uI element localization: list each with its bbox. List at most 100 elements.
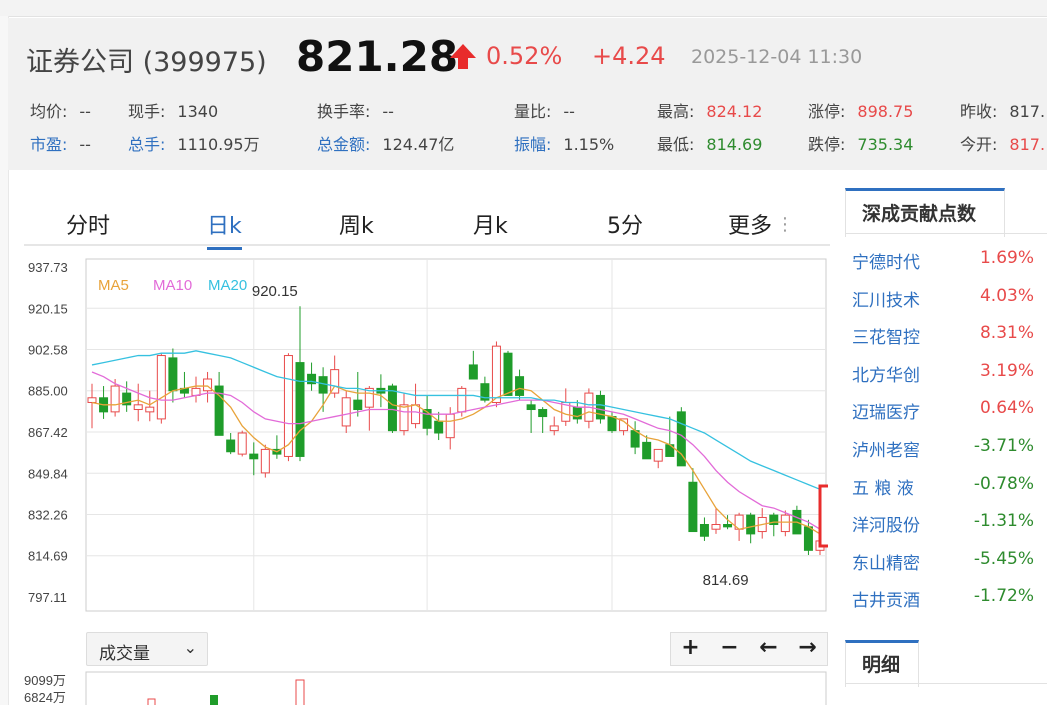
candle-body	[503, 352, 513, 396]
scroll-left-button[interactable]: ←	[749, 633, 788, 665]
y-tick-label: 867.42	[28, 425, 68, 440]
stock-change: 4.03%	[979, 285, 1034, 306]
candle-body	[434, 420, 444, 434]
volume-tick-label: 9099万	[24, 673, 66, 688]
contribution-row[interactable]: 宁德时代 1.69%	[852, 248, 1042, 273]
stat-item: 涨停: 898.75	[808, 98, 913, 122]
high-price-label: 920.15	[252, 283, 298, 300]
contribution-row[interactable]: 迈瑞医疗 0.64%	[852, 398, 1042, 424]
tab-3[interactable]: 月k	[473, 208, 508, 240]
contribution-row[interactable]: 洋河股份 -1.31%	[852, 511, 1042, 537]
stock-change: -0.78%	[973, 473, 1034, 494]
stock-change: 3.19%	[979, 360, 1034, 381]
zoom-in-button[interactable]: +	[671, 633, 710, 665]
stat-item: 换手率: --	[317, 98, 394, 122]
candle-body	[399, 404, 409, 432]
scroll-right-button[interactable]: →	[788, 633, 827, 665]
stock-change: 0.64%	[979, 398, 1034, 419]
stat-item[interactable]: 总金额: 124.47亿	[317, 131, 454, 155]
tab-1[interactable]: 日k	[207, 208, 242, 250]
candle-body	[780, 514, 790, 533]
candle-body	[526, 404, 536, 411]
candle-body	[549, 425, 559, 432]
volume-chart[interactable]: 9099万 6824万	[24, 670, 828, 705]
stat-value: --	[79, 102, 91, 121]
contribution-row[interactable]: 东山精密 -5.45%	[852, 548, 1042, 574]
candle-body	[353, 399, 363, 411]
stat-item[interactable]: 总手: 1110.95万	[128, 131, 260, 155]
tab-2[interactable]: 周k	[339, 208, 374, 240]
candle-body	[156, 355, 166, 420]
candle-body	[642, 441, 652, 460]
candle-body	[87, 397, 97, 403]
tab-label: 周k	[339, 214, 374, 239]
candle-body	[607, 416, 617, 432]
y-tick-label: 920.15	[28, 301, 68, 316]
tab-contribution-points[interactable]: 深成贡献点数	[845, 188, 1005, 237]
candle-body	[145, 406, 155, 413]
stock-name: 迈瑞医疗	[852, 403, 920, 424]
candle-body	[746, 514, 756, 535]
candle-body	[468, 364, 478, 380]
contribution-row[interactable]: 泸州老窖 -3.71%	[852, 436, 1042, 461]
stat-item: 最高: 824.12	[657, 98, 762, 122]
stock-change: -5.45%	[973, 548, 1034, 569]
stat-item[interactable]: 市盈: --	[30, 131, 91, 155]
indicator-select[interactable]: 成交量 ⌄	[86, 632, 208, 666]
candle-body	[688, 481, 698, 533]
volume-bar	[147, 698, 156, 705]
contribution-row[interactable]: 古井贡酒 -1.72%	[852, 586, 1042, 611]
last-price: 821.28	[296, 32, 459, 81]
stock-change: -1.72%	[973, 586, 1034, 607]
stat-value: 735.34	[857, 135, 914, 154]
top-bar	[0, 0, 1047, 17]
tab-4[interactable]: 5分	[607, 208, 643, 240]
kline-chart[interactable]: 937.73 920.15 902.58 885.00 867.42 849.84 832.…	[24, 256, 828, 612]
more-icon: ⋮	[776, 214, 795, 235]
stock-name: 泸州老窖	[852, 441, 920, 461]
indicator-select-label: 成交量	[99, 644, 150, 664]
contribution-row[interactable]: 五 粮 液 -0.78%	[852, 473, 1042, 499]
contribution-row[interactable]: 三花智控 8.31%	[852, 323, 1042, 348]
tab-detail[interactable]: 明细	[845, 640, 919, 687]
candle-body	[699, 524, 709, 537]
zoom-out-button[interactable]: −	[710, 633, 749, 665]
stat-label: 换手率:	[317, 102, 371, 121]
tab-0[interactable]: 分时	[66, 208, 110, 240]
candle-body	[445, 413, 455, 439]
legend-item: MA20	[208, 277, 247, 294]
contribution-row[interactable]: 汇川技术 4.03%	[852, 285, 1042, 311]
stock-name: 五 粮 液	[852, 478, 914, 499]
stat-value: --	[382, 102, 394, 121]
stat-label: 最高:	[657, 102, 695, 121]
current-candle-marker	[818, 484, 828, 548]
stat-label: 均价:	[30, 102, 68, 121]
stat-item[interactable]: 振幅: 1.15%	[514, 131, 614, 155]
y-tick-label: 885.00	[28, 384, 68, 399]
change-percent: 0.52%	[486, 42, 563, 70]
volume-tick-label: 6824万	[24, 690, 66, 705]
y-tick-label: 902.58	[28, 342, 68, 357]
candle-body	[723, 524, 733, 528]
stat-item: 昨收: 817.	[960, 98, 1045, 122]
period-tabs: 分时 日k 周k 月k 5分 更多 ⋮	[24, 204, 830, 250]
candle-body	[168, 357, 178, 392]
contribution-row[interactable]: 北方华创 3.19%	[852, 360, 1042, 386]
x-tick-label: 251119	[590, 610, 631, 612]
chevron-down-icon: ⌄	[183, 638, 197, 657]
x-tick-label: 250904	[70, 610, 113, 612]
stat-value: 824.12	[706, 102, 763, 121]
y-tick-label: 797.11	[28, 590, 67, 605]
tab-5[interactable]: 更多 ⋮	[728, 208, 794, 240]
stat-value: 814.69	[706, 135, 763, 154]
candle-body	[226, 439, 236, 453]
legend-item: MA5	[98, 277, 129, 294]
volume-bar	[210, 695, 218, 705]
stat-label: 市盈:	[30, 135, 68, 154]
tab-label: 日k	[207, 214, 242, 239]
candle-body	[411, 404, 421, 425]
candle-body	[515, 376, 525, 396]
divider	[845, 233, 1047, 234]
x-tick-label: 251028	[405, 610, 448, 612]
stock-name: 洋河股份	[852, 516, 920, 537]
